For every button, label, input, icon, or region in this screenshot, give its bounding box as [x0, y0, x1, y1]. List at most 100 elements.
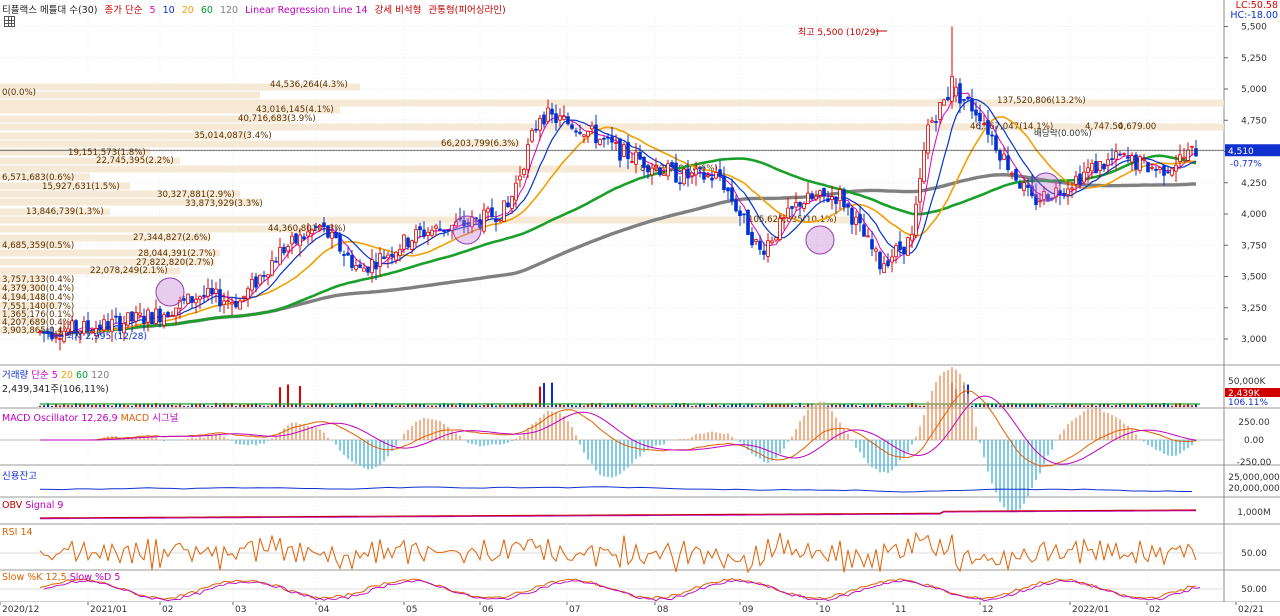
macd-histogram-bar — [1095, 408, 1097, 440]
candle-body — [822, 187, 826, 197]
candle-body — [1010, 172, 1014, 175]
x-tick-label: 08 — [657, 605, 669, 615]
volume-bar — [899, 405, 901, 407]
candle-body — [810, 193, 814, 200]
volume-bar — [171, 404, 173, 407]
candle-body — [758, 240, 762, 250]
grid-toggle-icon[interactable] — [4, 16, 15, 27]
volume-profile-bar — [0, 91, 260, 99]
macd-histogram-bar — [191, 437, 193, 440]
macd-histogram-bar — [263, 440, 265, 444]
candle-body — [422, 229, 426, 237]
x-tick-label: 04 — [318, 605, 330, 615]
macd-histogram-bar — [1147, 440, 1149, 446]
candle-body — [162, 314, 166, 326]
macd-histogram-bar — [847, 434, 849, 440]
candle-body — [522, 168, 526, 175]
candle-body — [670, 162, 674, 168]
volume-bar — [695, 405, 697, 407]
macd-histogram-bar — [639, 440, 641, 457]
volume-bar — [919, 405, 921, 407]
macd-histogram-bar — [395, 440, 397, 446]
candle-body — [886, 260, 890, 267]
volume-bar — [399, 404, 401, 407]
candle-body — [690, 172, 694, 177]
macd-histogram-bar — [267, 440, 269, 441]
macd-histogram-bar — [635, 440, 637, 459]
macd-histogram-bar — [459, 435, 461, 440]
volume-bar — [643, 405, 645, 407]
candle-body — [918, 178, 922, 203]
candle-body — [970, 98, 974, 112]
price-tick-label: 5,250 — [1241, 54, 1267, 64]
candle-body — [1066, 188, 1070, 195]
credit-legend: 신용잔고 — [2, 468, 37, 482]
volume-profile-label: 35,014,087(3.4%) — [194, 131, 272, 141]
candle-body — [1070, 187, 1074, 190]
volume-bar — [555, 404, 557, 407]
candle-body — [782, 217, 786, 220]
macd-histogram-bar — [1043, 440, 1045, 464]
macd-histogram-bar — [903, 440, 905, 458]
volume-badge-pct: 106.11% — [1228, 398, 1268, 408]
macd-tick-label: -250.00 — [1237, 458, 1272, 468]
volume-bar — [979, 404, 981, 407]
candle-body — [154, 308, 158, 324]
macd-histogram-bar — [719, 433, 721, 440]
candle-body — [342, 254, 346, 256]
candle-body — [662, 173, 666, 176]
candle-body — [770, 240, 774, 244]
volume-profile-label: 0(0.0%) — [2, 88, 36, 98]
macd-histogram-bar — [1155, 440, 1157, 450]
candle-body — [158, 308, 162, 323]
volume-bar — [791, 404, 793, 407]
volume-profile-bar — [0, 165, 690, 173]
candle-body — [542, 114, 546, 125]
candle-body — [206, 287, 210, 297]
macd-histogram-bar — [315, 427, 317, 440]
volume-profile-label: 33,873,929(3.3%) — [185, 199, 263, 209]
candle-body — [958, 83, 962, 104]
macd-histogram-bar — [547, 410, 549, 440]
x-tick-label: 2020/12 — [2, 605, 39, 615]
candle-body — [270, 260, 274, 276]
candle-body — [1126, 156, 1130, 159]
macd-histogram-bar — [699, 433, 701, 440]
candle-body — [602, 137, 606, 140]
volume-bar — [427, 405, 429, 407]
candle-body — [550, 108, 554, 115]
candle-body — [570, 124, 574, 129]
candle-body — [762, 250, 766, 255]
candle-body — [266, 274, 270, 278]
volume-bar — [339, 404, 341, 407]
macd-histogram-bar — [187, 438, 189, 440]
candle-body — [874, 248, 878, 252]
macd-histogram-bar — [775, 440, 777, 459]
volume-profile-label: 4,685,359(0.5%) — [2, 241, 74, 251]
candle-body — [58, 338, 62, 340]
volume-bar — [379, 404, 381, 407]
macd-histogram-bar — [331, 440, 333, 441]
x-tick-label: 12 — [982, 605, 993, 615]
macd-histogram-bar — [371, 440, 373, 470]
macd-histogram-bar — [495, 440, 497, 445]
macd-histogram-bar — [939, 375, 941, 440]
macd-histogram-bar — [251, 440, 253, 444]
candle-body — [214, 288, 218, 294]
candle-body — [586, 130, 590, 137]
macd-histogram-bar — [499, 440, 501, 445]
volume-bar — [431, 405, 433, 407]
volume-bar — [1067, 404, 1069, 407]
volume-bar — [519, 404, 521, 407]
candle-body — [998, 150, 1002, 161]
candle-body — [830, 196, 834, 200]
macd-histogram-bar — [955, 369, 957, 440]
macd-histogram-bar — [767, 440, 769, 463]
macd-histogram-bar — [1159, 440, 1161, 451]
macd-histogram-bar — [783, 440, 785, 449]
candle-body — [950, 76, 954, 102]
candle-body — [790, 206, 794, 209]
macd-histogram-bar — [431, 419, 433, 440]
macd-histogram-bar — [887, 440, 889, 474]
stock-chart[interactable]: 5,5005,2505,0004,7504,5004,2504,0003,750… — [0, 0, 1280, 616]
